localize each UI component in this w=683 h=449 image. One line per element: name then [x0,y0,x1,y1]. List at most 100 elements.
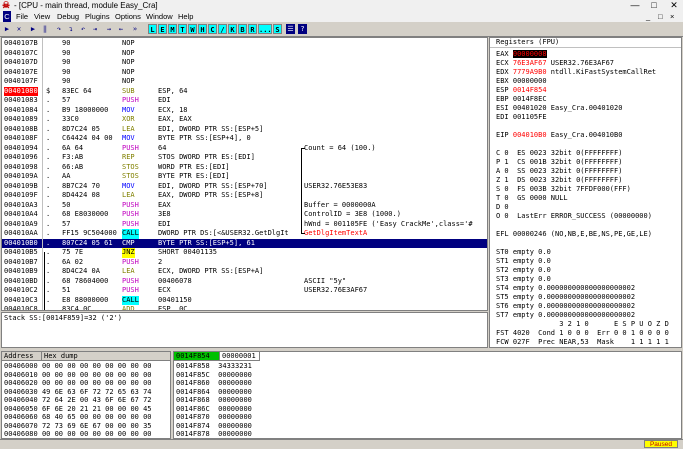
disassembly-pane[interactable]: 0040107B 90 NOP 0040107C 90 NOP 0040107D 90 NOP 0… [1,37,488,311]
memory-map-button[interactable]: M [168,24,177,34]
dump-pane[interactable]: Address Hex dump 00406000 00 00 00 00 00… [1,351,171,439]
disasm-row[interactable]: 00401080 $83EC 64 SUB ESP, 64 [2,86,487,96]
disasm-row[interactable]: 004010B5. 75 7E JNZ SHORT 00401135 [2,248,487,258]
register-line[interactable]: EDX 7779A9B0 ntdll.KiFastSystemCallRet [496,68,656,77]
stack-row[interactable]: 0014F858 34333231 [176,362,252,371]
menu-file[interactable]: File [16,11,28,22]
register-line[interactable]: ST6 empty 0.000000000000000000002 [496,302,635,311]
executables-button[interactable]: E [158,24,167,34]
step-into-icon[interactable]: ↷ [54,24,64,34]
disasm-row[interactable]: 004010B7. 6A 02 PUSH 2 [2,258,487,268]
disasm-row[interactable]: 004010A3. 50 PUSH EAX Buffer = 0000000A [2,201,487,211]
disasm-row[interactable]: 0040107E 90 NOP [2,68,487,78]
register-value[interactable]: 0014F8EC [513,95,547,103]
register-line[interactable]: EDI 001105FE [496,113,547,122]
register-line[interactable]: EAX 00000008 [496,50,547,59]
registers-pane[interactable]: Registers (FPU) EAX 00000008 ECX 76E3AF67… [489,37,682,348]
close-debuggee-icon[interactable]: ✕ [14,24,24,34]
register-line[interactable]: 3 2 1 0 E S P U O Z D [496,320,669,329]
register-line[interactable]: EFL 00000246 (NO,NB,E,BE,NS,PE,GE,LE) [496,230,652,239]
register-line[interactable]: P 1 CS 001B 32bit 0(FFFFFFFF) [496,158,622,167]
disasm-row[interactable]: 00401094. 6A 64 PUSH 64 Count = 64 (100.) [2,144,487,154]
register-line[interactable]: Z 1 DS 0023 32bit 0(FFFFFFFF) [496,176,622,185]
register-value[interactable]: 001105FE [513,113,547,121]
disasm-row[interactable]: 004010C8. 83C4 0C ADD ESP, 0C [2,305,487,310]
mdi-cpu-icon[interactable]: C [3,11,11,22]
disasm-row[interactable]: 004010AA. FF15 9C504000 CALL DWORD PTR DS:[… [2,229,487,239]
cpu-button[interactable]: C [208,24,217,34]
disasm-row[interactable]: 004010B9. 8D4C24 0A LEA ECX, DWORD PTR SS:[… [2,267,487,277]
stack-row[interactable]: 0014F860 00000000 [176,379,252,388]
register-value[interactable]: 7779A9B0 [513,68,547,76]
register-line[interactable]: EIP 004010B0 Easy_Cra.004010B0 [496,131,622,140]
register-line[interactable]: T 0 GS 0000 NULL [496,194,568,203]
disasm-row[interactable]: 00401096. F3:AB REP STOS DWORD PTR ES:[EDI] [2,153,487,163]
breakpoints-button[interactable]: B [238,24,247,34]
menu-options[interactable]: Options [115,11,141,22]
register-line[interactable]: ECX 76E3AF67 USER32.76E3AF67 [496,59,614,68]
mdi-close-button[interactable]: × [670,11,674,22]
disasm-row[interactable]: 00401084. B9 18000000 MOV ECX, 18 [2,106,487,116]
register-line[interactable]: ST1 empty 0.0 [496,257,551,266]
register-value[interactable]: 0014F854 [513,86,547,94]
register-line[interactable]: ST3 empty 0.0 [496,275,551,284]
patches-button[interactable]: / [218,24,227,34]
trace-over-icon[interactable]: ⇥ [90,24,100,34]
references-button[interactable]: R [248,24,257,34]
open-icon[interactable]: ▶ [2,24,12,34]
register-line[interactable]: ESP 0014F854 [496,86,547,95]
dump-row[interactable]: 00406010 00 00 00 00 00 00 00 00 00 [4,371,152,380]
trace-into-icon[interactable]: ↶ [78,24,88,34]
register-line[interactable]: FST 4020 Cond 1 0 0 0 Err 0 0 1 0 0 0 0 [496,329,669,338]
register-line[interactable]: D 0 [496,203,509,212]
disasm-row[interactable]: 0040107B 90 NOP [2,39,487,49]
disasm-row[interactable]: 0040108F. C64424 04 00 MOV BYTE PTR SS:[ESP… [2,134,487,144]
register-value[interactable]: 00000000 [513,77,547,85]
disasm-row[interactable]: 00401083. 57 PUSH EDI [2,96,487,106]
menu-help[interactable]: Help [178,11,193,22]
dump-row[interactable]: 00406080 00 00 00 00 00 00 00 00 00 [4,430,152,438]
options-icon[interactable]: ☰ [286,24,295,34]
disasm-row[interactable]: 0040109F. 8D4424 08 LEA EAX, DWORD PTR SS:[… [2,191,487,201]
register-line[interactable]: EBX 00000000 [496,77,547,86]
help-icon[interactable]: ? [298,24,307,34]
source-button[interactable]: S [273,24,282,34]
register-line[interactable]: ST4 empty 0.000000000000000000002 [496,284,635,293]
register-value[interactable]: 00401020 [513,104,547,112]
dump-row[interactable]: 00406060 68 40 65 00 00 00 00 00 00 [4,413,152,422]
dump-hex-header[interactable]: Hex dump [42,352,170,361]
mdi-minimize-button[interactable]: _ [646,11,650,22]
disasm-row[interactable]: 0040107C 90 NOP [2,49,487,59]
disasm-row[interactable]: 004010C2. 51 PUSH ECX USER32.76E3AF67 [2,286,487,296]
call-stack-button[interactable]: K [228,24,237,34]
run-icon[interactable]: ▶ [28,24,38,34]
disasm-row[interactable]: 0040108B. 8D7C24 05 LEA EDI, DWORD PTR SS:[… [2,125,487,135]
menu-view[interactable]: View [34,11,50,22]
register-line[interactable]: FCW 027F Prec NEAR,53 Mask 1 1 1 1 1 [496,338,669,347]
stack-row[interactable]: 0014F874 00000000 [176,422,252,431]
windows-button[interactable]: W [188,24,197,34]
menu-plugins[interactable]: Plugins [85,11,110,22]
register-line[interactable]: ST2 empty 0.0 [496,266,551,275]
register-line[interactable]: A 0 SS 0023 32bit 0(FFFFFFFF) [496,167,622,176]
dump-row[interactable]: 00406040 72 64 2E 00 43 6F 6E 67 72 [4,396,152,405]
register-value[interactable]: 004010B0 [513,131,547,139]
register-value[interactable]: 76E3AF67 [513,59,547,67]
stack-pane[interactable]: 0014F854 00000001 0014F858 34333231 0014F… [173,351,682,439]
dump-row[interactable]: 00406050 6F 6E 20 21 21 00 00 00 45 [4,405,152,414]
stack-row[interactable]: 0014F85C 00000000 [176,371,252,380]
pause-icon[interactable]: ‖ [40,24,50,34]
menu-debug[interactable]: Debug [57,11,79,22]
register-value[interactable]: 00000008 [512,50,547,58]
handles-button[interactable]: H [198,24,207,34]
register-line[interactable]: EBP 0014F8EC [496,95,547,104]
execute-till-return-icon[interactable]: → [104,24,114,34]
disasm-row[interactable]: 004010A9. 57 PUSH EDI hWnd = 001105FE ('Easy… [2,220,487,230]
register-line[interactable]: C 0 ES 0023 32bit 0(FFFFFFFF) [496,149,622,158]
disasm-row[interactable]: 00401098. 66:AB STOS WORD PTR ES:[EDI] [2,163,487,173]
stack-row[interactable]: 0014F870 00000000 [176,413,252,422]
stack-row[interactable]: 0014F868 00000000 [176,396,252,405]
disasm-row[interactable]: 004010BD. 68 78604000 PUSH 00406078 ASCII "5… [2,277,487,287]
register-line[interactable]: ST0 empty 0.0 [496,248,551,257]
menu-window[interactable]: Window [146,11,173,22]
